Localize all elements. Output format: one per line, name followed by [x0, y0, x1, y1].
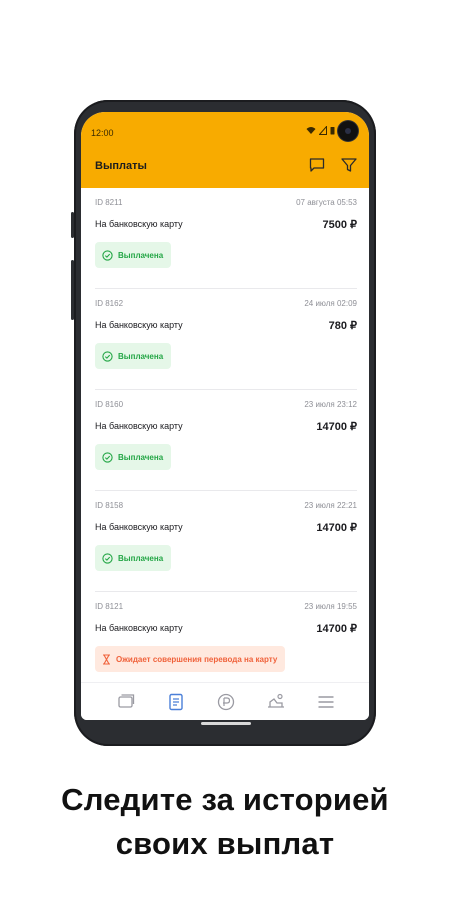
balance-icon[interactable]: [215, 691, 237, 713]
check-circle-icon: [102, 451, 113, 463]
status-time: 12:00: [91, 128, 114, 138]
status-badge: Выплачена: [95, 444, 172, 470]
signal-icon: [319, 126, 327, 135]
bottom-nav: [81, 682, 369, 720]
payout-date: 07 августа 05:53: [296, 198, 357, 207]
chat-bubble-icon[interactable]: [308, 156, 326, 174]
home-indicator[interactable]: [201, 722, 251, 725]
orders-icon[interactable]: [115, 691, 137, 713]
hourglass-icon: [103, 653, 110, 665]
payout-row[interactable]: ID 8160 23 июля 23:12 На банковскую карт…: [95, 390, 357, 491]
payout-method: На банковскую карту: [95, 320, 183, 330]
payout-amount: 14700 ₽: [316, 421, 357, 433]
payout-amount: 780 ₽: [328, 320, 357, 332]
status-badge: Выплачена: [95, 343, 172, 369]
payout-row[interactable]: ID 8211 07 августа 05:53 На банковскую к…: [95, 188, 357, 289]
payout-row[interactable]: ID 8158 23 июля 22:21 На банковскую карт…: [95, 491, 357, 592]
payout-amount: 7500 ₽: [322, 219, 357, 231]
status-badge: Ожидает совершения перевода на карту: [95, 646, 286, 672]
payout-id: ID 8158: [95, 501, 124, 510]
status-badge: Выплачена: [95, 242, 172, 268]
check-circle-icon: [102, 552, 113, 564]
front-camera: [338, 121, 358, 141]
status-icons: [306, 126, 335, 135]
status-text: Выплачена: [118, 250, 164, 260]
payout-amount: 14700 ₽: [316, 522, 357, 534]
payout-id: ID 8121: [95, 602, 124, 611]
payout-date: 24 июля 02:09: [304, 299, 357, 308]
payout-method: На банковскую карту: [95, 219, 183, 229]
payout-date: 23 июля 19:55: [304, 602, 357, 611]
phone-screen: 12:00 Выплаты ID 8211 07 августа 05:53 Н…: [81, 112, 369, 720]
payout-id: ID 8211: [95, 198, 123, 207]
delivery-icon[interactable]: [265, 691, 287, 713]
status-text: Выплачена: [118, 452, 164, 462]
caption-line-1: Следите за историей: [61, 782, 389, 817]
payout-id: ID 8162: [95, 299, 124, 308]
caption-line-2: своих выплат: [115, 826, 335, 861]
check-circle-icon: [102, 249, 113, 261]
payout-date: 23 июля 22:21: [304, 501, 357, 510]
payout-row[interactable]: ID 8121 23 июля 19:55 На банковскую карт…: [95, 592, 357, 682]
battery-icon: [330, 127, 335, 135]
payout-row[interactable]: ID 8162 24 июля 02:09 На банковскую карт…: [95, 289, 357, 390]
wifi-icon: [306, 127, 316, 134]
check-circle-icon: [102, 350, 113, 362]
promo-caption: Следите за историей своих выплат: [0, 778, 450, 866]
filter-icon[interactable]: [340, 156, 358, 174]
status-text: Ожидает совершения перевода на карту: [116, 654, 278, 664]
payout-id: ID 8160: [95, 400, 124, 409]
payout-method: На банковскую карту: [95, 623, 183, 633]
payouts-list-icon[interactable]: [165, 691, 187, 713]
status-text: Выплачена: [118, 553, 164, 563]
payouts-list: ID 8211 07 августа 05:53 На банковскую к…: [81, 188, 369, 682]
page-title: Выплаты: [95, 160, 147, 172]
payout-method: На банковскую карту: [95, 421, 183, 431]
payout-date: 23 июля 23:12: [304, 400, 357, 409]
menu-icon[interactable]: [315, 691, 337, 713]
app-header: 12:00 Выплаты: [81, 112, 369, 188]
status-badge: Выплачена: [95, 545, 172, 571]
payout-method: На банковскую карту: [95, 522, 183, 532]
status-text: Выплачена: [118, 351, 164, 361]
payout-amount: 14700 ₽: [316, 623, 357, 635]
